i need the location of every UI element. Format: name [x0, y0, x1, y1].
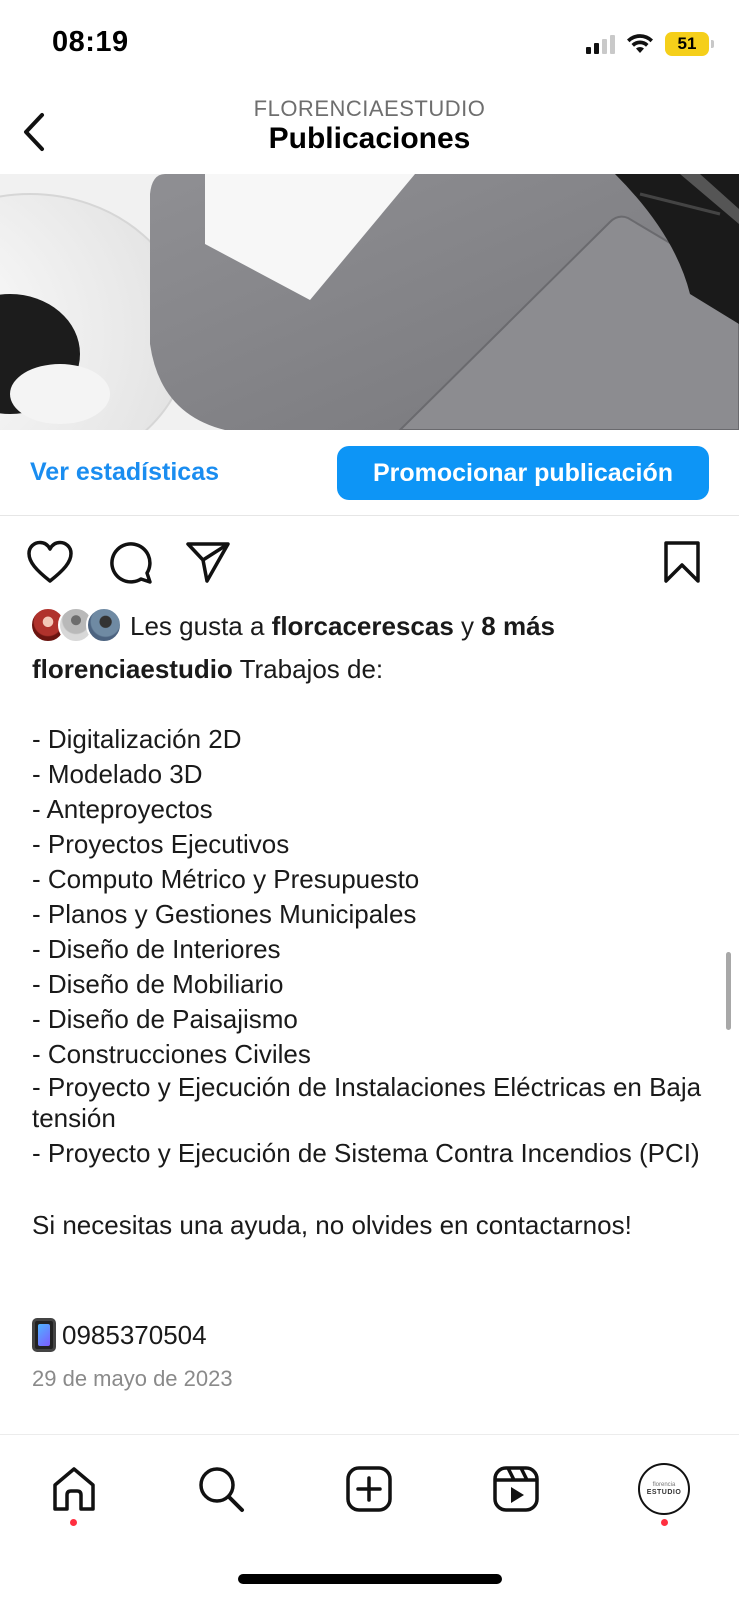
list-item: - Diseño de Mobiliario [32, 969, 284, 999]
page-title: Publicaciones [268, 122, 471, 155]
share-button[interactable] [182, 536, 234, 588]
list-item: - Planos y Gestiones Municipales [32, 899, 417, 929]
status-time: 08:19 [52, 26, 129, 58]
services-list: - Digitalización 2D - Modelado 3D - Ante… [32, 722, 712, 1169]
list-item: - Diseño de Paisajismo [32, 1004, 298, 1034]
like-button[interactable] [24, 536, 76, 588]
post-date: 29 de mayo de 2023 [32, 1366, 233, 1391]
nav-search[interactable] [193, 1461, 249, 1517]
comment-icon [110, 542, 152, 584]
bookmark-icon [664, 541, 700, 583]
nav-profile[interactable]: florencia ESTUDIO [636, 1461, 692, 1517]
home-indicator[interactable] [238, 1574, 502, 1584]
comment-button[interactable] [104, 536, 156, 588]
promote-post-button[interactable]: Promocionar publicación [337, 446, 709, 500]
caption-closing: Si necesitas una ayuda, no olvides en co… [32, 1210, 632, 1240]
scrollbar[interactable] [726, 952, 731, 1030]
list-item: - Proyecto y Ejecución de Sistema Contra… [32, 1138, 700, 1168]
wifi-icon [625, 33, 655, 55]
battery-indicator: 51 [665, 32, 714, 56]
avatar [86, 607, 122, 643]
reels-icon [493, 1466, 539, 1512]
heart-icon [27, 540, 73, 583]
liker-avatars [30, 607, 122, 645]
liker-username[interactable]: florcacerescas [272, 611, 454, 641]
phone-number[interactable]: 0985370504 [62, 1320, 207, 1351]
status-icons: 51 [586, 32, 714, 56]
create-icon [346, 1466, 392, 1512]
list-item: - Proyectos Ejecutivos [32, 829, 290, 859]
home-icon [53, 1467, 95, 1511]
likes-text: Les gusta a florcacerescas y 8 más [130, 610, 556, 641]
account-name: FLORENCIAESTUDIO [253, 96, 486, 121]
save-button[interactable] [656, 536, 708, 588]
top-navigation: FLORENCIAESTUDIO Publicaciones [0, 92, 739, 174]
caption-username[interactable]: florenciaestudio [32, 654, 233, 684]
list-item: - Construcciones Civiles [32, 1039, 311, 1069]
mobile-phone-icon [32, 1318, 56, 1352]
cellular-signal-icon [586, 34, 615, 54]
list-item: - Proyecto y Ejecución de Instalaciones … [32, 1072, 702, 1133]
view-insights-link[interactable]: Ver estadísticas [30, 458, 219, 487]
post-insights-row: Ver estadísticas Promocionar publicación [0, 430, 739, 516]
list-item: - Modelado 3D [32, 759, 203, 789]
nav-create[interactable] [341, 1461, 397, 1517]
likes-others-count[interactable]: 8 más [481, 611, 555, 641]
contact-phone: 0985370504 [32, 1318, 207, 1352]
bottom-navigation: florencia ESTUDIO [0, 1434, 739, 1544]
status-bar: 08:19 51 [0, 0, 739, 92]
list-item: - Digitalización 2D [32, 724, 242, 754]
list-item: - Diseño de Interiores [32, 934, 281, 964]
laptop-photo [0, 174, 739, 430]
list-item: - Computo Métrico y Presupuesto [32, 864, 420, 894]
post-image[interactable] [0, 174, 739, 430]
nav-home[interactable] [46, 1461, 102, 1517]
post-actions [0, 536, 739, 592]
share-icon [186, 542, 230, 583]
nav-reels[interactable] [488, 1461, 544, 1517]
likes-summary[interactable]: Les gusta a florcacerescas y 8 más [30, 606, 555, 646]
search-icon [199, 1467, 244, 1512]
list-item: - Anteproyectos [32, 794, 213, 824]
caption-intro: Trabajos de: [239, 654, 384, 684]
caption-first-line: florenciaestudio Trabajos de: [32, 652, 712, 687]
profile-avatar: florencia ESTUDIO [638, 1463, 690, 1515]
post-caption: florenciaestudio Trabajos de: - Digitali… [32, 652, 712, 1243]
